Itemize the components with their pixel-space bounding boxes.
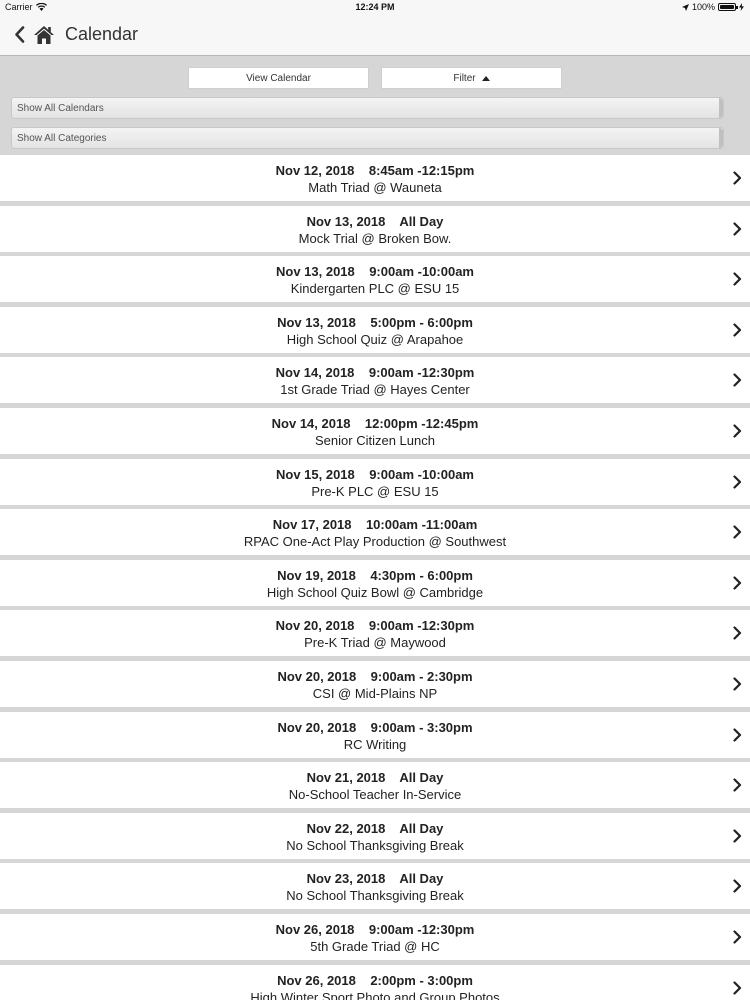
home-icon	[34, 25, 54, 44]
location-arrow-icon	[681, 3, 689, 11]
categories-dropdown[interactable]: Show All Categories	[11, 127, 724, 149]
back-button[interactable]	[14, 26, 28, 44]
battery-fill	[720, 5, 734, 9]
event-row[interactable]: Nov 12, 2018 8:45am -12:15pm Math Triad @…	[0, 155, 750, 201]
chevron-right-icon	[733, 525, 742, 539]
navigation-bar: Calendar	[0, 14, 750, 56]
event-row[interactable]: Nov 21, 2018 All Day No-School Teacher In…	[0, 762, 750, 809]
chevron-right-icon	[733, 171, 742, 185]
chevron-right-icon	[733, 576, 742, 590]
event-row[interactable]: Nov 13, 2018 5:00pm - 6:00pm High School …	[0, 306, 750, 353]
dropdown-handle	[719, 98, 723, 118]
chevron-right-icon	[733, 323, 742, 337]
chevron-right-icon	[733, 626, 742, 640]
chevron-right-icon	[733, 677, 742, 691]
event-title: Math Triad @ Wauneta	[308, 180, 442, 195]
event-date-time: Nov 13, 2018 5:00pm - 6:00pm	[277, 314, 473, 330]
event-date-time: Nov 15, 2018 9:00am -10:00am	[275, 466, 474, 482]
filter-panel: View Calendar Filter Show All Calendars …	[0, 57, 750, 154]
event-title: Mock Trial @ Broken Bow.	[298, 230, 452, 246]
chevron-right-icon	[733, 272, 742, 286]
triangle-up-icon	[481, 75, 490, 81]
chevron-right-icon	[733, 727, 742, 742]
battery-percent: 100%	[691, 2, 715, 12]
event-date-time: Nov 20, 2018 9:00am -12:30pm	[275, 618, 475, 634]
event-date-time: Nov 20, 2018 9:00am - 2:30pm	[277, 669, 473, 684]
event-date-time: Nov 13, 2018 9:00am -10:00am	[275, 264, 474, 280]
battery-icon	[718, 3, 738, 11]
event-date-time: Nov 12, 2018 8:45am -12:15pm	[275, 163, 475, 178]
calendars-dropdown-value: Show All Calendars	[17, 102, 104, 114]
event-date-time: Nov 17, 2018 10:00am -11:00am	[272, 517, 478, 533]
chevron-right-icon	[733, 221, 742, 236]
event-title: Pre-K Triad @ Maywood	[304, 635, 446, 651]
view-calendar-label: View Calendar	[246, 72, 311, 84]
event-date-time: Nov 23, 2018 All Day	[306, 871, 444, 887]
event-title: Senior Citizen Lunch	[315, 433, 435, 448]
event-date-time: Nov 21, 2018 All Day	[306, 770, 444, 786]
home-button[interactable]	[33, 25, 55, 45]
chevron-right-icon	[733, 424, 742, 438]
event-title: No School Thanksgiving Break	[286, 837, 464, 853]
event-title: RC Writing	[343, 736, 407, 752]
chevron-right-icon	[733, 778, 742, 792]
chevron-right-icon	[733, 474, 742, 489]
event-date-time: Nov 13, 2018 All Day	[306, 213, 444, 229]
event-title: 1st Grade Triad @ Hayes Center	[280, 382, 470, 398]
event-date-time: Nov 22, 2018 All Day	[306, 820, 444, 836]
filter-label: Filter	[453, 72, 476, 84]
event-title: No School Thanksgiving Break	[286, 888, 464, 904]
event-title: CSI @ Mid-Plains NP	[312, 686, 438, 701]
event-date-time: Nov 26, 2018 2:00pm - 3:00pm	[277, 972, 473, 988]
event-row[interactable]: Nov 14, 2018 12:00pm -12:45pm Senior Citi…	[0, 408, 750, 454]
event-row[interactable]: Nov 22, 2018 All Day No School Thanksgivi…	[0, 812, 750, 859]
status-time: 12:24 PM	[355, 2, 395, 12]
event-row[interactable]: Nov 15, 2018 9:00am -10:00am Pre-K PLC @ …	[0, 458, 750, 505]
event-date-time: Nov 26, 2018 9:00am -12:30pm	[275, 922, 475, 937]
event-row[interactable]: Nov 19, 2018 4:30pm - 6:00pm High School …	[0, 559, 750, 606]
status-right-group: 100%	[681, 2, 744, 12]
event-date-time: Nov 19, 2018 4:30pm - 6:00pm	[277, 567, 473, 583]
event-row[interactable]: Nov 20, 2018 9:00am - 2:30pm CSI @ Mid-Pl…	[0, 661, 750, 707]
event-title: No-School Teacher In-Service	[288, 787, 462, 803]
chevron-right-icon	[733, 980, 742, 995]
event-row[interactable]: Nov 26, 2018 2:00pm - 3:00pm High Winter …	[0, 964, 750, 1000]
event-title: RPAC One-Act Play Production @ Southwest	[243, 534, 507, 550]
event-row[interactable]: Nov 20, 2018 9:00am -12:30pm Pre-K Triad …	[0, 610, 750, 657]
charging-bolt-icon	[739, 3, 744, 11]
event-title: High Winter Sport Photo and Group Photos	[250, 989, 500, 1000]
chevron-left-icon	[15, 26, 25, 43]
event-date-time: Nov 14, 2018 12:00pm -12:45pm	[271, 416, 479, 431]
chevron-right-icon	[733, 879, 742, 893]
chevron-right-icon	[733, 930, 742, 944]
event-row[interactable]: Nov 26, 2018 9:00am -12:30pm 5th Grade Tr…	[0, 914, 750, 960]
event-row[interactable]: Nov 14, 2018 9:00am -12:30pm 1st Grade Tr…	[0, 357, 750, 404]
calendars-dropdown[interactable]: Show All Calendars	[11, 97, 724, 119]
event-title: High School Quiz @ Arapahoe	[286, 331, 464, 347]
event-title: High School Quiz Bowl @ Cambridge	[266, 584, 484, 600]
event-title: 5th Grade Triad @ HC	[310, 939, 440, 954]
event-row[interactable]: Nov 13, 2018 All Day Mock Trial @ Broken …	[0, 205, 750, 252]
filter-button[interactable]: Filter	[381, 67, 562, 89]
event-list: Nov 12, 2018 8:45am -12:15pm Math Triad @…	[0, 155, 750, 1000]
chevron-right-icon	[733, 373, 742, 387]
page-title: Calendar	[65, 24, 139, 44]
view-calendar-button[interactable]: View Calendar	[188, 67, 369, 89]
event-date-time: Nov 14, 2018 9:00am -12:30pm	[275, 365, 475, 381]
dropdown-handle	[719, 128, 723, 148]
event-row[interactable]: Nov 17, 2018 10:00am -11:00am RPAC One-Ac…	[0, 509, 750, 556]
status-bar: Carrier 12:24 PM 100%	[0, 0, 750, 14]
event-row[interactable]: Nov 23, 2018 All Day No School Thanksgivi…	[0, 863, 750, 910]
event-title: Pre-K PLC @ ESU 15	[311, 483, 439, 499]
event-row[interactable]: Nov 13, 2018 9:00am -10:00am Kindergarten…	[0, 256, 750, 303]
event-title: Kindergarten PLC @ ESU 15	[290, 281, 460, 297]
event-date-time: Nov 20, 2018 9:00am - 3:30pm	[277, 719, 473, 735]
chevron-right-icon	[733, 829, 742, 843]
categories-dropdown-value: Show All Categories	[17, 132, 107, 144]
event-row[interactable]: Nov 20, 2018 9:00am - 3:30pm RC Writing	[0, 711, 750, 758]
